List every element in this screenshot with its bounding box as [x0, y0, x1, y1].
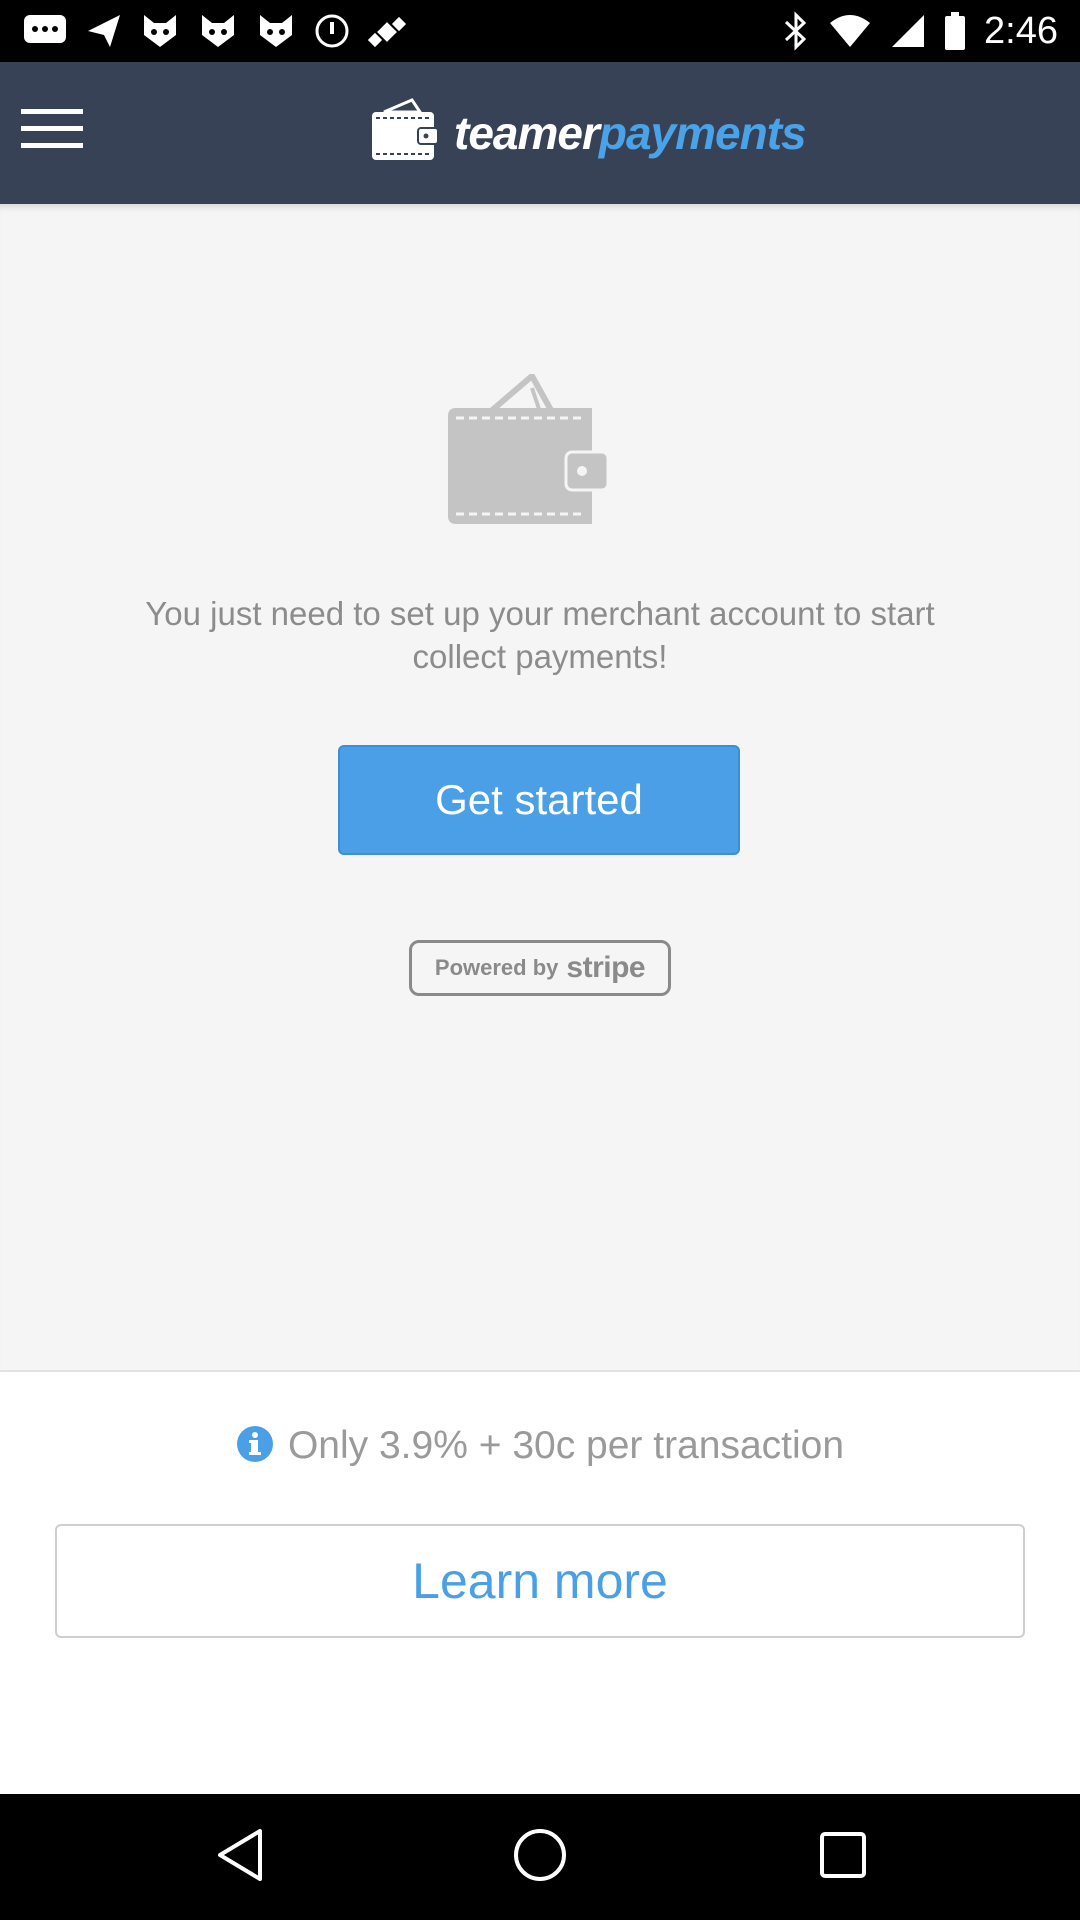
notification-icons	[22, 8, 412, 54]
system-icons: 2:46	[782, 8, 1058, 54]
bluetooth-icon	[782, 11, 810, 51]
main-content: You just need to set up your merchant ac…	[0, 204, 1080, 1370]
cat-face-icon	[256, 11, 296, 51]
fee-info: Only 3.9% + 30c per transaction	[0, 1424, 1080, 1468]
pricing-panel: Only 3.9% + 30c per transaction Learn mo…	[0, 1370, 1080, 1794]
back-triangle-icon	[214, 1827, 264, 1888]
app-screen: 2:46 teamerpayments You just need to set…	[0, 0, 1080, 1920]
cat-face-icon	[140, 11, 180, 51]
battery-icon	[944, 11, 966, 51]
get-started-button[interactable]: Get started	[338, 745, 740, 855]
home-circle-icon	[512, 1827, 568, 1888]
cat-face-icon	[198, 11, 238, 51]
navigation-bar	[0, 1794, 1080, 1920]
send-icon	[86, 13, 122, 49]
recents-button[interactable]	[808, 1822, 878, 1892]
setup-message: You just need to set up your merchant ac…	[145, 595, 935, 675]
fee-text: Only 3.9% + 30c per transaction	[287, 1424, 845, 1467]
wallet-icon	[428, 371, 628, 554]
status-bar: 2:46	[0, 0, 1080, 62]
fake-gps-satellite-icon	[368, 11, 412, 51]
info-icon	[236, 1425, 274, 1468]
powered-by-stripe-badge[interactable]: Powered by stripe	[409, 940, 671, 996]
brand-name: teamerpayments	[454, 106, 807, 160]
signal-icon	[890, 13, 926, 49]
powered-by-label: Powered by	[434, 955, 559, 980]
back-button[interactable]	[204, 1822, 274, 1892]
wallet-logo-icon	[370, 97, 440, 169]
messaging-icon	[22, 13, 68, 49]
recents-square-icon	[818, 1830, 868, 1885]
brand-name-teamer: teamer	[454, 107, 600, 159]
hamburger-menu-icon	[21, 107, 83, 156]
wifi-icon	[828, 13, 872, 49]
no-disturb-icon	[314, 13, 350, 49]
home-button[interactable]	[505, 1822, 575, 1892]
status-time: 2:46	[984, 9, 1058, 52]
stripe-brand-label: stripe	[566, 951, 646, 984]
app-bar: teamerpayments	[0, 62, 1080, 204]
brand-name-payments: payments	[598, 107, 807, 159]
app-logo: teamerpayments	[370, 97, 807, 169]
menu-button[interactable]	[12, 96, 92, 166]
learn-more-button[interactable]: Learn more	[55, 1524, 1025, 1638]
